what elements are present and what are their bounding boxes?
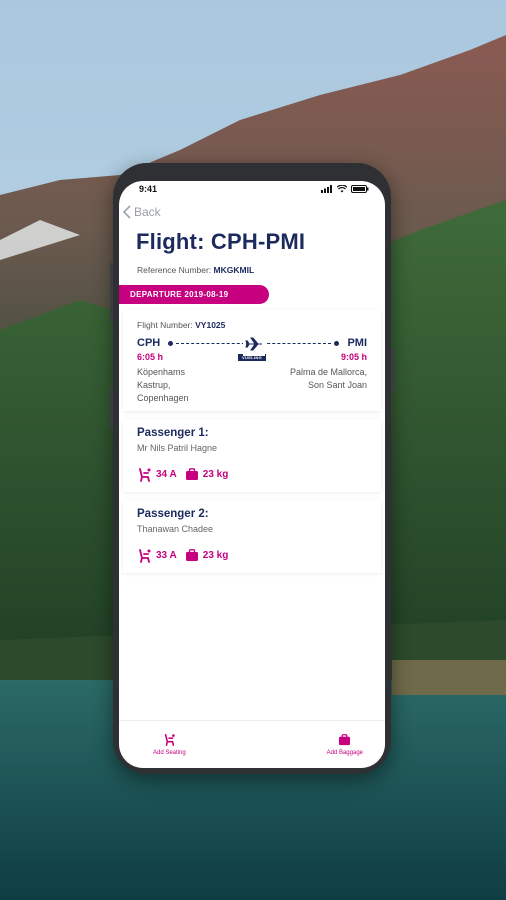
flight-number: Flight Number: VY1025 bbox=[137, 320, 367, 330]
chevron-left-icon bbox=[123, 205, 131, 219]
reference-value: MKGKMIL bbox=[213, 265, 255, 275]
baggage-icon bbox=[185, 549, 198, 561]
wifi-icon bbox=[337, 185, 347, 193]
seat-icon bbox=[164, 733, 175, 746]
airport-names: Köpenhams Kastrup, Copenhagen Palma de M… bbox=[137, 366, 367, 405]
add-seating-label: Add Seating bbox=[153, 750, 186, 756]
battery-icon bbox=[351, 185, 369, 193]
signal-icon bbox=[321, 185, 332, 193]
back-label: Back bbox=[134, 205, 161, 219]
seat-value: 33 A bbox=[156, 550, 177, 561]
add-baggage-button[interactable]: Add Baggage bbox=[326, 733, 363, 756]
airplane-icon bbox=[242, 336, 265, 356]
back-button[interactable]: Back bbox=[123, 205, 183, 219]
destination-code: PMI bbox=[347, 337, 367, 349]
destination-dot bbox=[334, 340, 340, 346]
volume-button bbox=[110, 388, 113, 428]
flight-number-label: Flight Number: bbox=[137, 320, 193, 330]
reference-label: Reference Number: bbox=[137, 265, 212, 275]
seat-info: 34 A bbox=[137, 467, 177, 482]
baggage-icon bbox=[185, 468, 198, 480]
baggage-icon bbox=[339, 733, 351, 745]
seat-icon bbox=[139, 468, 151, 482]
passenger-extras: 33 A 23 kg bbox=[137, 548, 367, 563]
origin-airport-line: Copenhagen bbox=[137, 393, 189, 403]
status-bar: 9:41 bbox=[119, 181, 385, 197]
baggage-info: 23 kg bbox=[185, 549, 229, 562]
departure-badge: DEPARTURE 2019-08-19 bbox=[119, 285, 269, 304]
add-seating-button[interactable]: Add Seating bbox=[153, 733, 186, 756]
arrival-time: 9:05 h bbox=[340, 352, 367, 362]
origin-airport-line: Köpenhams bbox=[137, 367, 186, 377]
status-icons bbox=[321, 185, 369, 193]
baggage-value: 23 kg bbox=[202, 550, 229, 561]
departure-time: 6:05 h bbox=[137, 352, 164, 362]
origin-airport: Köpenhams Kastrup, Copenhagen bbox=[137, 366, 189, 405]
baggage-value: 23 kg bbox=[202, 469, 229, 480]
flight-number-value: VY1025 bbox=[195, 320, 226, 330]
status-time: 9:41 bbox=[139, 184, 158, 194]
add-baggage-label: Add Baggage bbox=[326, 749, 363, 756]
origin-dot bbox=[168, 340, 174, 346]
destination-airport-line: Palma de Mallorca, bbox=[289, 367, 367, 377]
page-title: Flight: CPH-PMI bbox=[136, 229, 306, 254]
passenger-title: Passenger 2: bbox=[137, 508, 209, 520]
origin-code: CPH bbox=[137, 337, 161, 349]
seat-icon bbox=[139, 549, 151, 563]
power-button bbox=[391, 348, 394, 393]
volume-button bbox=[110, 263, 113, 323]
passenger-name: Thanawan Chadee bbox=[137, 524, 214, 534]
passenger-name: Mr Nils Patril Hagne bbox=[137, 443, 218, 453]
origin-airport-line: Kastrup, bbox=[137, 380, 171, 390]
passenger-extras: 34 A 23 kg bbox=[137, 467, 367, 482]
destination-airport-line: Son Sant Joan bbox=[307, 380, 367, 390]
app-screen: 9:41 Back Flight: CPH-PMI Reference Numb… bbox=[119, 181, 385, 768]
route-dashes bbox=[176, 336, 332, 356]
seat-value: 34 A bbox=[156, 469, 177, 480]
seat-info: 33 A bbox=[137, 548, 177, 563]
baggage-info: 23 kg bbox=[185, 468, 229, 481]
bottom-action-bar: Add Seating Add Baggage bbox=[119, 720, 385, 768]
destination-airport: Palma de Mallorca, Son Sant Joan bbox=[290, 366, 367, 405]
route-line: CPH PMI bbox=[137, 336, 367, 356]
phone-frame: 9:41 Back Flight: CPH-PMI Reference Numb… bbox=[110, 163, 394, 774]
passenger-card[interactable]: Passenger 2: Thanawan Chadee 33 A 23 kg bbox=[123, 500, 381, 573]
flight-card: Flight Number: VY1025 CPH PMI 6:05 h VUE… bbox=[123, 310, 381, 411]
passenger-title: Passenger 1: bbox=[137, 427, 209, 439]
reference-number: Reference Number: MKGKMIL bbox=[137, 265, 385, 275]
passenger-card[interactable]: Passenger 1: Mr Nils Patril Hagne 34 A 2… bbox=[123, 419, 381, 492]
